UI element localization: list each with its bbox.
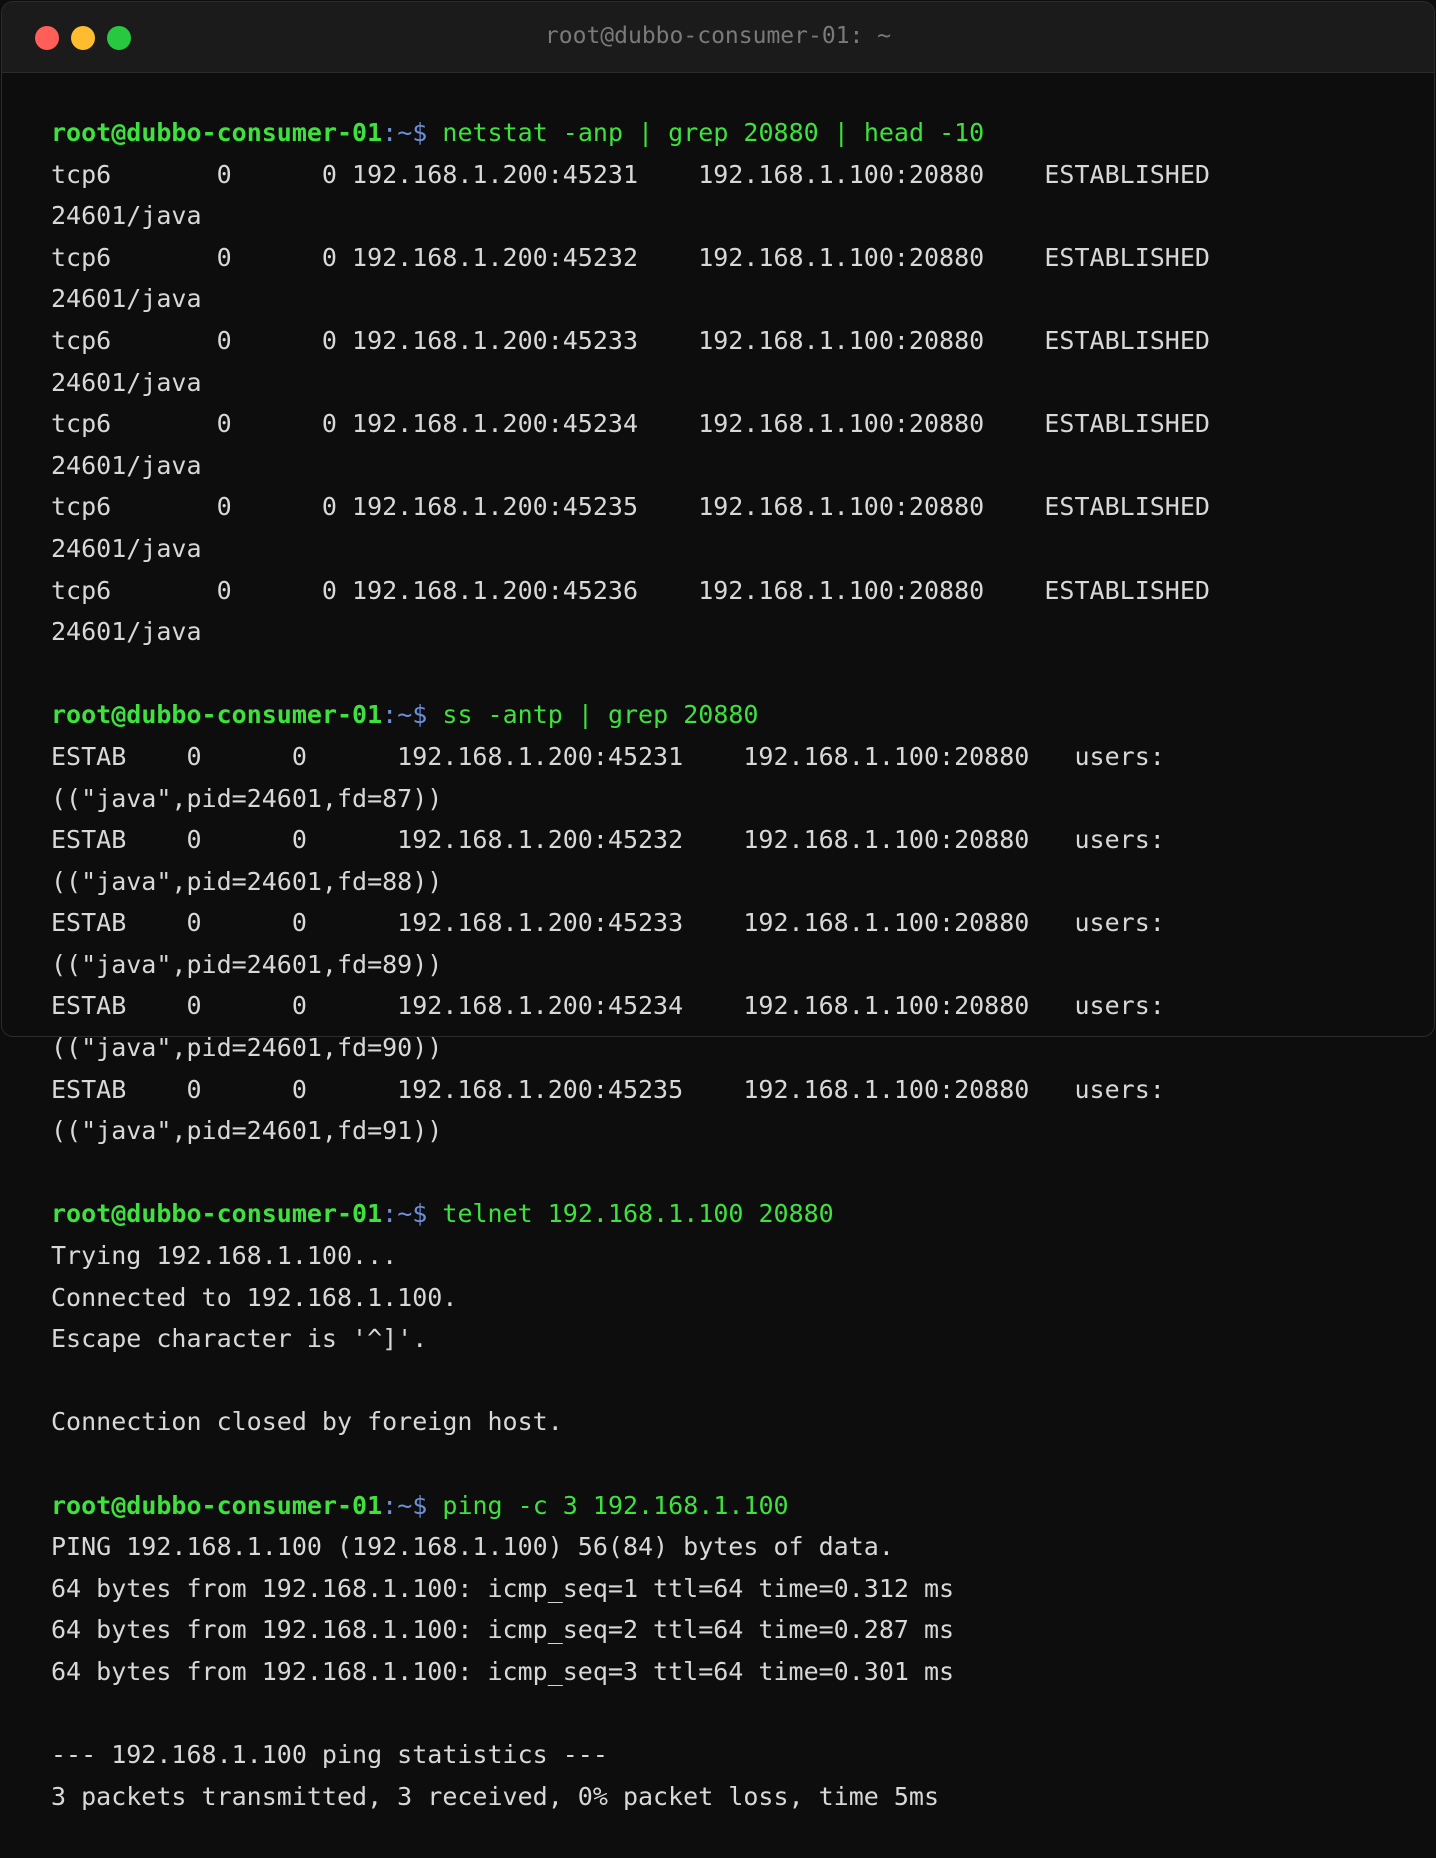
prompt-user: root (51, 1199, 112, 1229)
output-line: (("java",pid=24601,fd=88)) (51, 866, 443, 896)
prompt-at: @ (111, 1199, 127, 1229)
terminal-window: root@dubbo-consumer-01: ~ root@dubbo-con… (0, 0, 1436, 1858)
prompt-separator: : (382, 700, 398, 730)
command-text: netstat -anp | grep 20880 | head -10 (442, 118, 985, 147)
output-line: ESTAB 0 0 192.168.1.200:45234 192.168.1.… (51, 991, 1165, 1021)
prompt-at: @ (111, 1490, 127, 1520)
output-line: 24601/java (51, 367, 202, 397)
prompt-user: root (51, 1490, 112, 1520)
prompt-user: root (51, 700, 112, 730)
window-title: root@dubbo-consumer-01: ~ (544, 23, 892, 49)
terminal-output[interactable]: root@dubbo-consumer-01:~$ netstat -anp |… (51, 112, 1411, 1817)
output-line: Connection closed by foreign host. (51, 1407, 563, 1437)
prompt-path: ~ (397, 118, 413, 147)
output-line: ESTAB 0 0 192.168.1.200:45233 192.168.1.… (51, 908, 1165, 938)
output-line: 24601/java (51, 201, 202, 231)
command-text: ping -c 3 192.168.1.100 (442, 1490, 789, 1520)
output-line: ESTAB 0 0 192.168.1.200:45232 192.168.1.… (51, 825, 1165, 855)
output-line: (("java",pid=24601,fd=91)) (51, 1116, 443, 1146)
output-line: Trying 192.168.1.100... (51, 1241, 398, 1271)
output-line: tcp6 0 0 192.168.1.200:45233 192.168.1.1… (51, 325, 1210, 355)
output-line: 24601/java (51, 450, 202, 480)
prompt-user: root (51, 118, 112, 147)
prompt-symbol: $ (412, 118, 443, 147)
prompt-at: @ (111, 118, 127, 147)
prompt-path: ~ (397, 1490, 413, 1520)
prompt-line: root@dubbo-consumer-01:~$ ping -c 3 192.… (51, 1485, 1411, 1527)
prompt-separator: : (382, 118, 398, 147)
output-line: ESTAB 0 0 192.168.1.200:45235 192.168.1.… (51, 1074, 1165, 1104)
prompt-symbol: $ (412, 1490, 443, 1520)
output-line: Escape character is '^]'. (51, 1324, 428, 1354)
prompt-host: dubbo-consumer-01 (126, 700, 383, 730)
prompt-host: dubbo-consumer-01 (126, 1490, 383, 1520)
output-line: tcp6 0 0 192.168.1.200:45235 192.168.1.1… (51, 492, 1210, 522)
prompt-line: root@dubbo-consumer-01:~$ ss -antp | gre… (51, 694, 1411, 736)
output-line: tcp6 0 0 192.168.1.200:45234 192.168.1.1… (51, 409, 1210, 439)
output-line: Connected to 192.168.1.100. (51, 1282, 458, 1312)
output-line: (("java",pid=24601,fd=89)) (51, 949, 443, 979)
prompt-separator: : (382, 1199, 398, 1229)
output-line: PING 192.168.1.100 (192.168.1.100) 56(84… (51, 1532, 894, 1562)
output-line: 3 packets transmitted, 3 received, 0% pa… (51, 1781, 940, 1811)
output-line: 24601/java (51, 617, 202, 647)
output-line: (("java",pid=24601,fd=90)) (51, 1033, 443, 1063)
prompt-host: dubbo-consumer-01 (126, 118, 383, 147)
output-line: 24601/java (51, 284, 202, 314)
output-line: tcp6 0 0 192.168.1.200:45236 192.168.1.1… (51, 575, 1210, 605)
prompt-symbol: $ (412, 1199, 443, 1229)
title-bar[interactable]: root@dubbo-consumer-01: ~ (1, 1, 1435, 73)
output-line: ESTAB 0 0 192.168.1.200:45231 192.168.1.… (51, 741, 1165, 771)
prompt-host: dubbo-consumer-01 (126, 1199, 383, 1229)
prompt-line: root@dubbo-consumer-01:~$ telnet 192.168… (51, 1193, 1411, 1235)
output-line: tcp6 0 0 192.168.1.200:45232 192.168.1.1… (51, 242, 1210, 272)
prompt-at: @ (111, 700, 127, 730)
prompt-path: ~ (397, 1199, 413, 1229)
prompt-symbol: $ (412, 700, 443, 730)
output-line: 64 bytes from 192.168.1.100: icmp_seq=3 … (51, 1656, 955, 1686)
output-line: 64 bytes from 192.168.1.100: icmp_seq=1 … (51, 1573, 955, 1603)
prompt-separator: : (382, 1490, 398, 1520)
output-line: --- 192.168.1.100 ping statistics --- (51, 1740, 608, 1770)
output-line: 24601/java (51, 533, 202, 563)
command-text: telnet 192.168.1.100 20880 (442, 1199, 834, 1229)
output-line: (("java",pid=24601,fd=87)) (51, 783, 443, 813)
output-line: tcp6 0 0 192.168.1.200:45231 192.168.1.1… (51, 159, 1210, 189)
command-text: ss -antp | grep 20880 (442, 700, 759, 730)
prompt-line: root@dubbo-consumer-01:~$ netstat -anp |… (51, 112, 1411, 154)
prompt-path: ~ (397, 700, 413, 730)
output-line: 64 bytes from 192.168.1.100: icmp_seq=2 … (51, 1615, 955, 1645)
